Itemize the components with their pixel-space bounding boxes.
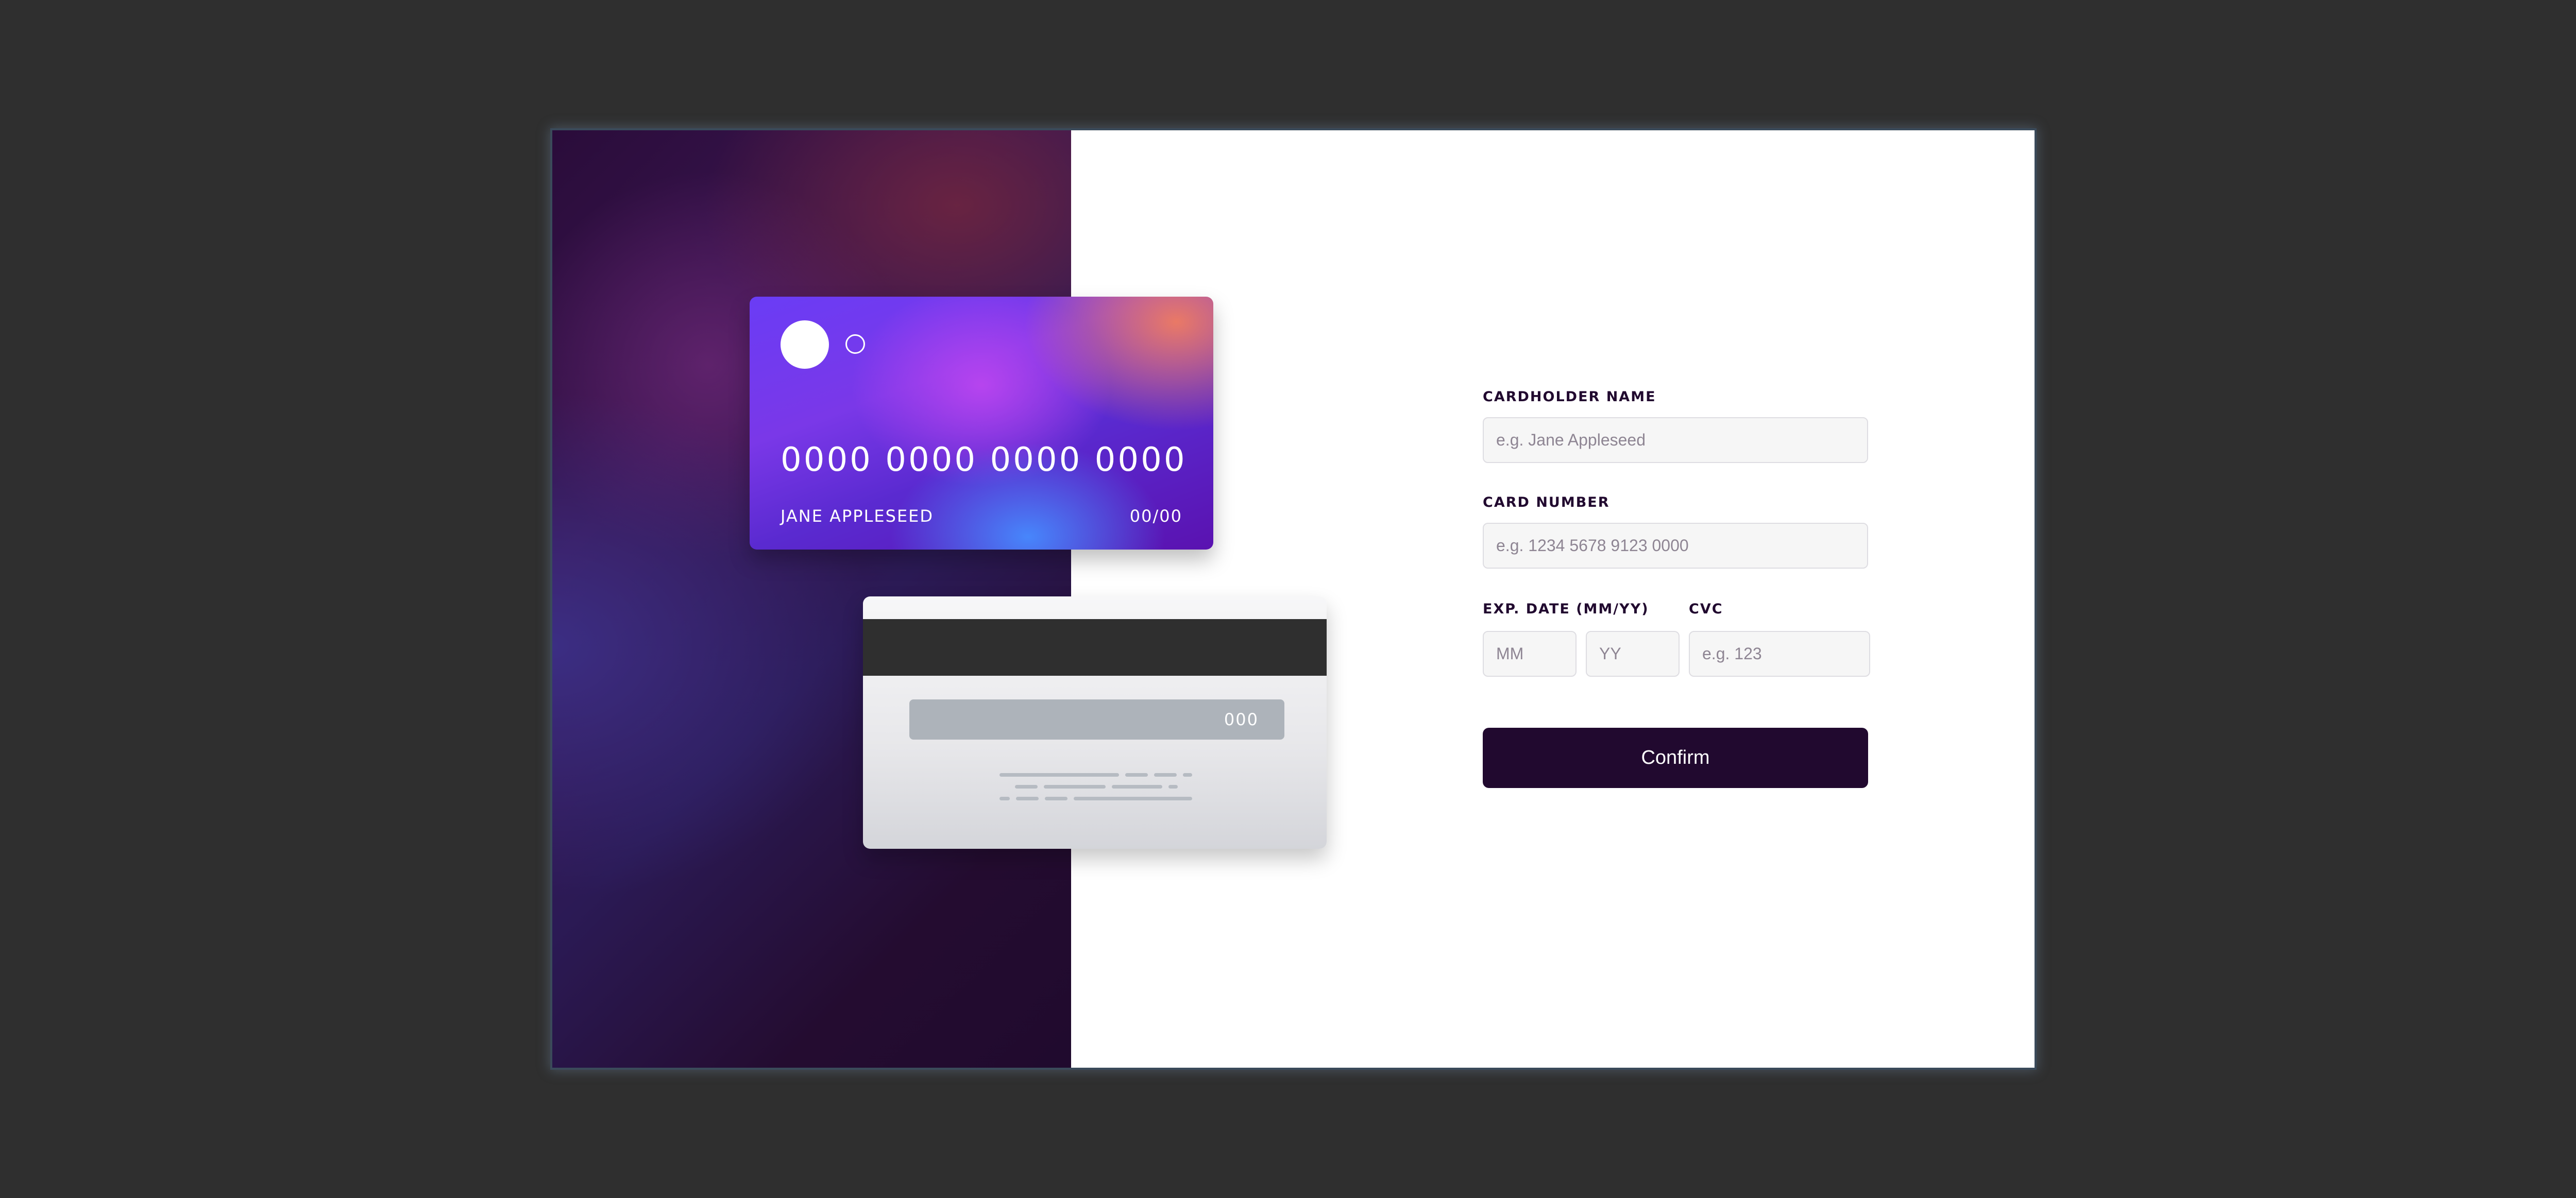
card-number-label: CARD NUMBER: [1483, 494, 1610, 510]
fine-print-line: [1045, 797, 1067, 800]
fine-print-line: [1125, 773, 1148, 777]
fine-print-line: [1015, 785, 1038, 789]
magnetic-stripe: [863, 619, 1327, 676]
card-expiry-display: 00/00: [1129, 506, 1182, 526]
card-logo-outline-circle-icon: [845, 334, 865, 354]
cardholder-name-display: JANE APPLESEED: [781, 506, 934, 526]
fine-print-line: [999, 797, 1010, 800]
signature-strip: 000: [909, 699, 1284, 740]
fine-print-line: [1044, 785, 1106, 789]
cvc-label: CVC: [1689, 601, 1723, 617]
fine-print-line: [999, 773, 1119, 777]
fine-print-line: [1154, 773, 1177, 777]
fine-print-line: [1168, 785, 1178, 789]
card-back-preview: 000: [863, 596, 1327, 849]
exp-year-input[interactable]: [1586, 631, 1680, 677]
cardholder-name-input[interactable]: [1483, 417, 1868, 463]
fine-print-line: [1016, 797, 1039, 800]
cvc-display: 000: [1224, 710, 1259, 729]
exp-date-label: EXP. DATE (MM/YY): [1483, 601, 1649, 617]
card-logo-filled-circle-icon: [781, 320, 829, 369]
fine-print-line: [1183, 773, 1192, 777]
confirm-button[interactable]: Confirm: [1483, 728, 1868, 788]
form-fields: CARDHOLDER NAME CARD NUMBER EXP. DATE (M…: [1483, 389, 1870, 801]
fine-print-line: [1074, 797, 1192, 800]
exp-month-input[interactable]: [1483, 631, 1577, 677]
card-front-preview: 0000 0000 0000 0000 JANE APPLESEED 00/00: [750, 297, 1213, 550]
cvc-input[interactable]: [1689, 631, 1870, 677]
fine-print-line: [1112, 785, 1162, 789]
card-number-display: 0000 0000 0000 0000: [781, 441, 1187, 479]
cardholder-name-label: CARDHOLDER NAME: [1483, 389, 1656, 405]
card-number-input[interactable]: [1483, 523, 1868, 569]
